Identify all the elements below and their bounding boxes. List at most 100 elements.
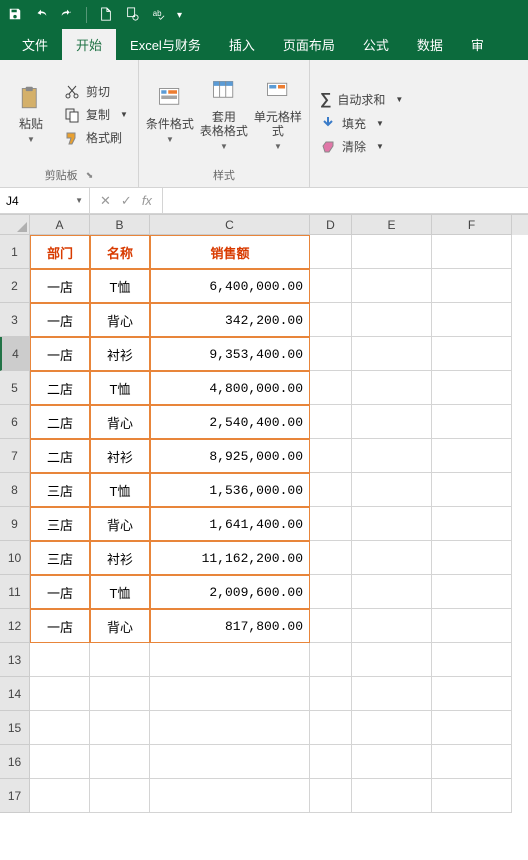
enter-icon[interactable]: ✓: [121, 193, 132, 209]
col-header-E[interactable]: E: [352, 215, 432, 235]
cell[interactable]: T恤: [90, 371, 150, 405]
tab-data[interactable]: 数据: [403, 29, 457, 60]
cell[interactable]: [432, 473, 512, 507]
fill-button[interactable]: 填充 ▼: [316, 113, 407, 134]
cell[interactable]: [30, 779, 90, 813]
row-header[interactable]: 9: [0, 507, 30, 541]
cell[interactable]: [30, 677, 90, 711]
save-icon[interactable]: [8, 7, 22, 24]
row-header[interactable]: 3: [0, 303, 30, 337]
cell[interactable]: 4,800,000.00: [150, 371, 310, 405]
row-header[interactable]: 2: [0, 269, 30, 303]
row-header[interactable]: 11: [0, 575, 30, 609]
cell[interactable]: [352, 507, 432, 541]
cell[interactable]: 一店: [30, 337, 90, 371]
cell[interactable]: [150, 745, 310, 779]
cell[interactable]: [432, 677, 512, 711]
cell[interactable]: 衬衫: [90, 541, 150, 575]
tab-excel-finance[interactable]: Excel与财务: [116, 29, 215, 60]
cell[interactable]: 8,925,000.00: [150, 439, 310, 473]
cell[interactable]: [432, 745, 512, 779]
cell[interactable]: [352, 711, 432, 745]
cell[interactable]: 2,009,600.00: [150, 575, 310, 609]
conditional-format-button[interactable]: 条件格式 ▼: [145, 64, 195, 165]
cell[interactable]: [432, 371, 512, 405]
col-header-F[interactable]: F: [432, 215, 512, 235]
cell[interactable]: [352, 745, 432, 779]
cell[interactable]: [432, 609, 512, 643]
cell[interactable]: [310, 779, 352, 813]
cell[interactable]: [90, 643, 150, 677]
cell[interactable]: [90, 745, 150, 779]
col-header-B[interactable]: B: [90, 215, 150, 235]
cell[interactable]: [310, 473, 352, 507]
cell[interactable]: 三店: [30, 541, 90, 575]
cell[interactable]: [432, 337, 512, 371]
row-header[interactable]: 13: [0, 643, 30, 677]
cell[interactable]: 一店: [30, 269, 90, 303]
cell[interactable]: [352, 609, 432, 643]
cell[interactable]: 342,200.00: [150, 303, 310, 337]
tab-review[interactable]: 审: [457, 29, 498, 60]
cell[interactable]: [352, 269, 432, 303]
cell[interactable]: [432, 779, 512, 813]
cell[interactable]: T恤: [90, 575, 150, 609]
row-header[interactable]: 1: [0, 235, 30, 269]
row-header[interactable]: 17: [0, 779, 30, 813]
cell[interactable]: 背心: [90, 405, 150, 439]
cell[interactable]: [310, 337, 352, 371]
cell[interactable]: [310, 677, 352, 711]
col-header-D[interactable]: D: [310, 215, 352, 235]
cell[interactable]: [352, 575, 432, 609]
cell[interactable]: 一店: [30, 575, 90, 609]
cell[interactable]: 9,353,400.00: [150, 337, 310, 371]
cell[interactable]: [310, 269, 352, 303]
cell[interactable]: 背心: [90, 303, 150, 337]
cell[interactable]: 二店: [30, 439, 90, 473]
format-painter-button[interactable]: 格式刷: [60, 127, 132, 148]
cell[interactable]: 二店: [30, 405, 90, 439]
new-doc-icon[interactable]: [99, 7, 113, 24]
cell[interactable]: T恤: [90, 269, 150, 303]
cell[interactable]: [352, 337, 432, 371]
customize-qat-icon[interactable]: ▾: [177, 10, 182, 21]
cell[interactable]: [432, 303, 512, 337]
cell[interactable]: [310, 405, 352, 439]
redo-icon[interactable]: [60, 7, 74, 24]
tab-file[interactable]: 文件: [8, 29, 62, 60]
cell[interactable]: [352, 303, 432, 337]
col-header-C[interactable]: C: [150, 215, 310, 235]
cell[interactable]: [310, 745, 352, 779]
cell[interactable]: [150, 779, 310, 813]
cell[interactable]: 一店: [30, 609, 90, 643]
cell[interactable]: 二店: [30, 371, 90, 405]
cell[interactable]: [310, 609, 352, 643]
cell[interactable]: [352, 643, 432, 677]
tab-formulas[interactable]: 公式: [349, 29, 403, 60]
name-box[interactable]: J4 ▼: [0, 188, 90, 213]
cell[interactable]: [30, 643, 90, 677]
cell-styles-button[interactable]: 单元格样式 ▼: [253, 64, 303, 165]
cell[interactable]: 衬衫: [90, 439, 150, 473]
cell[interactable]: [432, 439, 512, 473]
paste-button[interactable]: 粘贴 ▼: [6, 64, 56, 165]
row-header[interactable]: 12: [0, 609, 30, 643]
undo-icon[interactable]: [34, 7, 48, 24]
cell[interactable]: [432, 643, 512, 677]
cancel-icon[interactable]: ✕: [100, 193, 111, 209]
cell[interactable]: [432, 405, 512, 439]
cell[interactable]: 6,400,000.00: [150, 269, 310, 303]
row-header[interactable]: 10: [0, 541, 30, 575]
row-header[interactable]: 6: [0, 405, 30, 439]
cell[interactable]: [30, 711, 90, 745]
cell[interactable]: T恤: [90, 473, 150, 507]
cell[interactable]: [310, 439, 352, 473]
cell[interactable]: [432, 235, 512, 269]
cell[interactable]: [90, 711, 150, 745]
cell[interactable]: 部门: [30, 235, 90, 269]
cell[interactable]: [352, 779, 432, 813]
cell[interactable]: 817,800.00: [150, 609, 310, 643]
cell[interactable]: 三店: [30, 473, 90, 507]
autosum-button[interactable]: ∑ 自动求和 ▼: [316, 89, 407, 111]
spell-check-icon[interactable]: ab: [151, 7, 165, 24]
